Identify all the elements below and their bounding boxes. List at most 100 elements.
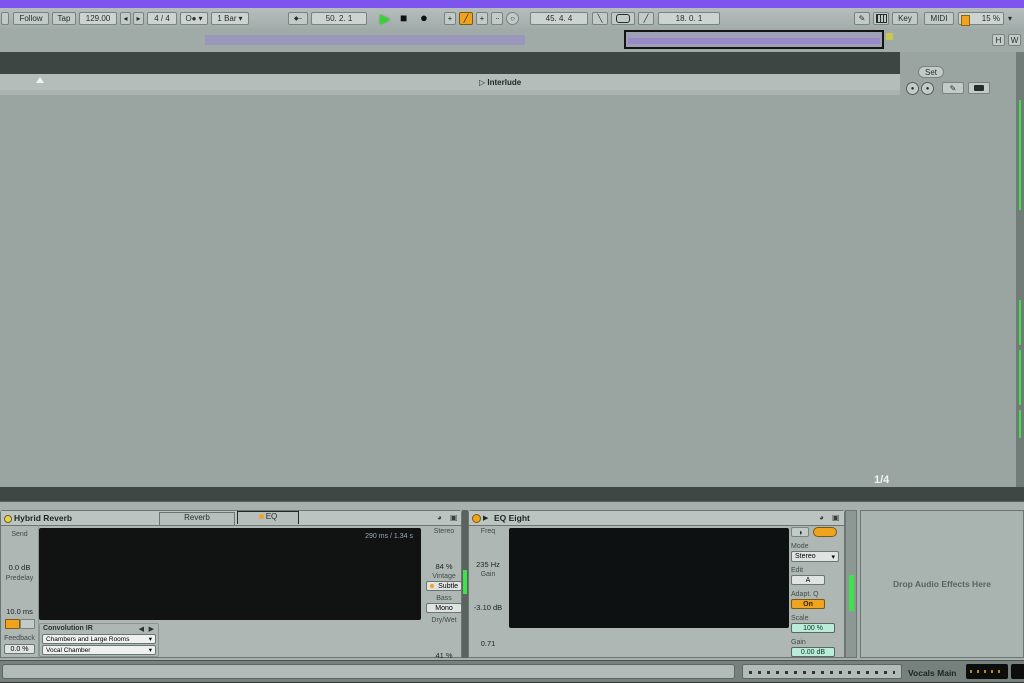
loop-length-display[interactable]: 18. 0. 1 [658, 12, 720, 25]
keyboard-icon [875, 14, 887, 23]
overview-view-box[interactable] [624, 30, 884, 49]
loop-switch-button[interactable] [611, 12, 635, 25]
clip-overview-waveform [749, 671, 895, 674]
scale-value[interactable]: 100 % [791, 623, 835, 633]
device-meter-strip [845, 510, 857, 658]
device-title: EQ Eight [494, 513, 530, 523]
device-eq-eight: ▶ EQ Eight ◕ ▣ Freq 235 Hz Gain -3.10 dB… [468, 510, 845, 658]
loop-start-display[interactable]: 45. 4. 4 [530, 12, 588, 25]
overview-clips-shade [628, 38, 880, 44]
status-display-1 [966, 664, 1008, 679]
arrangement-area[interactable] [0, 95, 900, 487]
nudge-down-button[interactable]: ◂ [120, 12, 131, 25]
drop-zone-text: Drop Audio Effects Here [893, 579, 991, 589]
output-gain-value[interactable]: 0.00 dB [791, 647, 835, 657]
gain-value[interactable]: -3.10 dB [469, 603, 507, 612]
grid-size-label: 1/4 [874, 474, 890, 486]
width-zoom-button[interactable]: W [1008, 34, 1021, 46]
scale-label: Scale [791, 615, 809, 622]
mode-select[interactable]: Stereo ▾ [791, 551, 839, 562]
midi-map-button[interactable]: MIDI [924, 12, 954, 25]
follow-button[interactable]: Follow [13, 12, 49, 25]
arrangement-overview[interactable]: H W [0, 29, 1024, 53]
eq-eight-header[interactable]: ▶ EQ Eight ◕ ▣ [469, 511, 844, 526]
output-gain-label: Gain [791, 639, 806, 646]
level-meter [463, 570, 467, 594]
locator-next-button[interactable]: ● [921, 82, 934, 95]
right-scroll-strip[interactable] [1016, 52, 1024, 487]
punch-out-button[interactable]: ╱ [638, 12, 654, 25]
tap-tempo-button[interactable]: Tap [52, 12, 76, 25]
level-meter [849, 575, 854, 611]
cpu-meter-bar [961, 15, 970, 26]
hot-swap-icon[interactable]: ◕ [819, 513, 824, 522]
quantize-label: 1 Bar [217, 14, 237, 23]
eq-analyze-button[interactable] [813, 527, 837, 537]
toolbar-edge-button[interactable] [1, 12, 9, 25]
device-hybrid-reverb: Hybrid Reverb Reverb EQ ◕ ▣ Send 0.0 dB … [0, 510, 462, 660]
punch-in-button[interactable]: ╲ [592, 12, 608, 25]
quantization-display[interactable]: 1 Bar ▾ [211, 12, 249, 25]
arrangement-position-display[interactable]: 50. 2. 1 [311, 12, 367, 25]
locator-flag-icon: ▷ [479, 78, 486, 87]
key-map-button[interactable]: Key [892, 12, 918, 25]
eq-audition-button[interactable]: ◑ [791, 527, 809, 537]
song-start-marker[interactable] [36, 77, 44, 83]
ableton-live-window: Follow Tap 129.00 ◂ ▸ 4 / 4 O● ▾ 1 Bar ▾ ◆… [0, 0, 1024, 683]
re-enable-automation-button[interactable]: + [476, 12, 488, 25]
device-drop-zone[interactable]: Drop Audio Effects Here [860, 510, 1024, 658]
arrangement-position-button[interactable]: ◆– [288, 12, 308, 25]
cpu-meter-display[interactable]: 15 % [958, 12, 1004, 26]
capture-midi-button[interactable]: ·· [491, 12, 503, 25]
device-fold-icon[interactable]: ▶ [483, 514, 488, 522]
chevron-down-icon: ▾ [198, 14, 203, 23]
status-display-2 [1011, 664, 1024, 679]
eq-graph[interactable] [509, 528, 789, 628]
time-signature-display[interactable]: 4 / 4 [147, 12, 177, 25]
adapt-q-toggle[interactable]: On [791, 599, 825, 609]
time-ruler[interactable] [0, 487, 1024, 501]
edit-ab-button[interactable]: A [791, 575, 825, 585]
tempo-display[interactable]: 129.00 [79, 12, 117, 25]
locator-interlude[interactable]: ▷ Interlude [479, 78, 521, 87]
locator-prev-button[interactable]: ● [906, 82, 919, 95]
groove-amount-display[interactable]: O● ▾ [180, 12, 208, 25]
set-locator-button[interactable]: Set [918, 66, 944, 78]
track-meter [1019, 100, 1021, 210]
draw-mode-button[interactable]: ✎ [854, 12, 870, 25]
status-bar: Vocals Main [0, 660, 1024, 683]
edit-label: Edit [791, 567, 804, 574]
gain-label: Gain [480, 571, 496, 578]
groove-label: O● [185, 14, 197, 23]
computer-midi-keyboard-button[interactable] [873, 12, 889, 25]
chevron-down-icon[interactable]: ▾ [1008, 14, 1012, 23]
chevron-down-icon: ▾ [238, 14, 243, 23]
device-view: Hybrid Reverb Reverb EQ ◕ ▣ Send 0.0 dB … [0, 501, 1024, 661]
save-preset-icon[interactable]: ▣ [832, 513, 840, 522]
chevron-down-icon: ▾ [831, 553, 835, 561]
record-button[interactable]: ● [420, 10, 428, 25]
cpu-value: 15 % [981, 14, 1000, 23]
overview-clips-shade [205, 35, 525, 45]
bar-ruler[interactable] [0, 52, 1024, 74]
clip-overview-strip[interactable] [742, 664, 902, 679]
freq-label: Freq [480, 528, 496, 535]
draw-automation-button[interactable]: ✎ [942, 82, 964, 94]
track-meter [1019, 350, 1021, 405]
locator-label: Interlude [487, 78, 522, 87]
stop-button[interactable]: ■ [400, 11, 407, 25]
play-button[interactable]: ▶ [380, 11, 390, 27]
height-zoom-button[interactable]: H [992, 34, 1005, 46]
device-scrollbar[interactable] [2, 664, 735, 679]
nudge-up-button[interactable]: ▸ [133, 12, 144, 25]
track-meter [1019, 300, 1021, 345]
freq-value[interactable]: 235 Hz [469, 560, 507, 569]
status-track-name: Vocals Main [908, 668, 957, 678]
camera-follow-button[interactable] [968, 82, 990, 94]
transport-toolbar: Follow Tap 129.00 ◂ ▸ 4 / 4 O● ▾ 1 Bar ▾ ◆… [0, 8, 1024, 30]
overdub-button[interactable]: + [444, 12, 456, 25]
session-record-button[interactable]: ○ [506, 12, 519, 25]
eq-right-column: ◑ Mode Stereo ▾ Edit A Adapt. Q On Scale … [791, 525, 844, 659]
automation-arm-button[interactable]: ╱ [459, 12, 473, 25]
device-power-icon[interactable] [472, 514, 481, 523]
